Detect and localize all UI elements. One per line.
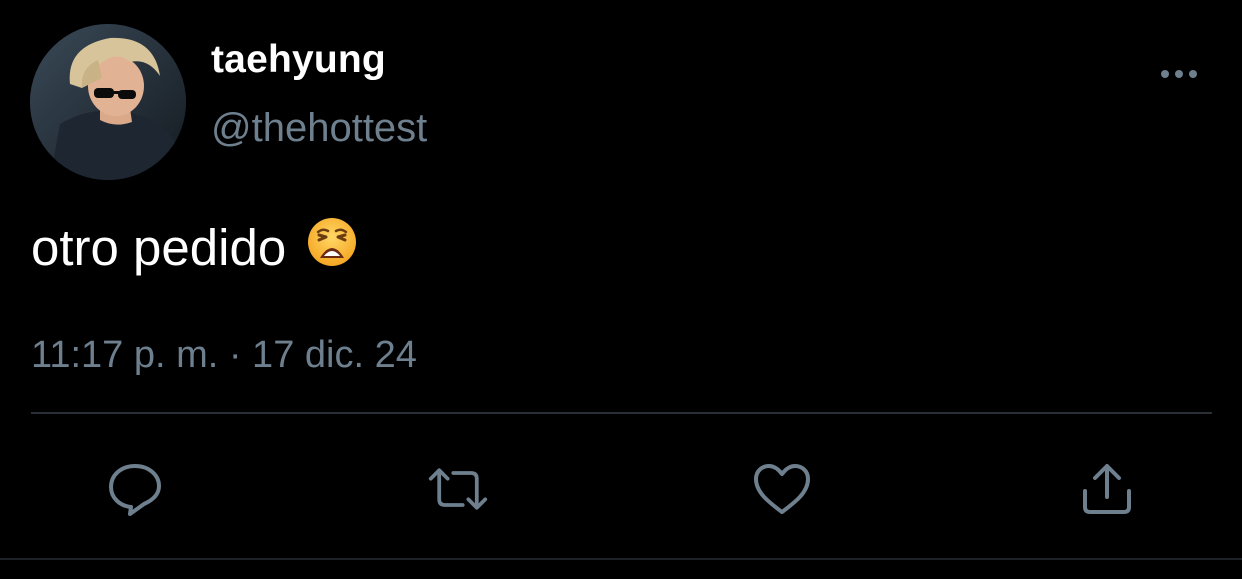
- tweet-text-content: otro pedido: [31, 219, 287, 276]
- retweet-button[interactable]: [427, 458, 489, 520]
- reply-icon: [109, 464, 161, 516]
- display-name[interactable]: taehyung: [211, 38, 386, 82]
- more-options-icon[interactable]: [1157, 64, 1201, 84]
- weary-face-icon: [306, 216, 358, 280]
- share-icon: [1083, 464, 1131, 514]
- tweet-detail: taehyung @thehottest otro pedido 11:17 p…: [0, 0, 1242, 579]
- divider: [31, 412, 1212, 414]
- avatar-image: [30, 24, 186, 180]
- bottom-divider: [0, 558, 1242, 560]
- tweet-timestamp[interactable]: 11:17 p. m. · 17 dic. 24: [31, 334, 417, 377]
- heart-icon: [754, 464, 810, 514]
- reply-button[interactable]: [104, 458, 166, 520]
- share-button[interactable]: [1076, 458, 1138, 520]
- user-handle[interactable]: @thehottest: [211, 106, 427, 151]
- like-button[interactable]: [751, 458, 813, 520]
- tweet-text: otro pedido: [31, 216, 358, 284]
- retweet-icon: [428, 468, 488, 510]
- avatar[interactable]: [30, 24, 186, 180]
